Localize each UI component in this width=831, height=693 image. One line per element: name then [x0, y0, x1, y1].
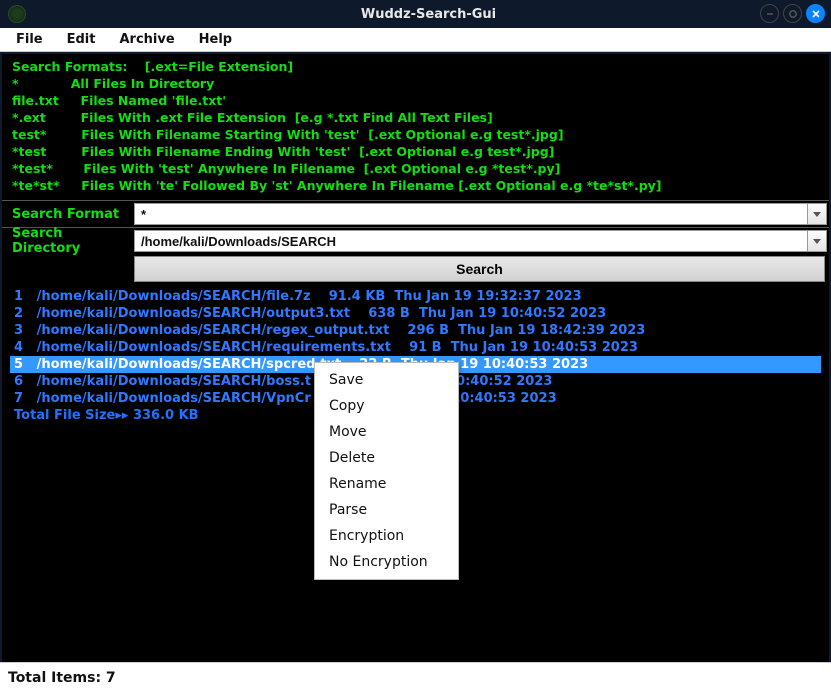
close-button[interactable]	[806, 4, 825, 23]
result-row[interactable]: 2 /home/kali/Downloads/SEARCH/output3.tx…	[10, 305, 821, 322]
menu-item-edit[interactable]: Edit	[55, 30, 108, 49]
search-format-input[interactable]	[134, 203, 807, 225]
titlebar: Wuddz-Search-Gui	[0, 0, 831, 28]
search-button[interactable]: Search	[134, 256, 825, 282]
help-text: Search Formats: [.ext=File Extension] * …	[2, 54, 829, 200]
result-row[interactable]: 1 /home/kali/Downloads/SEARCH/file.7z 91…	[10, 288, 821, 305]
result-row[interactable]: 3 /home/kali/Downloads/SEARCH/regex_outp…	[10, 322, 821, 339]
window-title: Wuddz-Search-Gui	[26, 7, 831, 22]
label-search-format: Search Format	[2, 207, 132, 222]
context-item-no-encryption[interactable]: No Encryption	[315, 549, 458, 575]
window-controls	[760, 4, 825, 23]
app-icon	[8, 5, 26, 23]
context-item-parse[interactable]: Parse	[315, 497, 458, 523]
status-bar: Total Items: 7	[0, 662, 831, 693]
context-menu: SaveCopyMoveDeleteRenameParseEncryptionN…	[314, 362, 459, 580]
context-item-copy[interactable]: Copy	[315, 393, 458, 419]
context-item-delete[interactable]: Delete	[315, 445, 458, 471]
search-directory-input[interactable]	[134, 230, 807, 252]
context-item-rename[interactable]: Rename	[315, 471, 458, 497]
menu-item-archive[interactable]: Archive	[107, 30, 186, 49]
row-search-button: Search	[2, 254, 829, 286]
search-directory-drop-icon[interactable]	[807, 230, 827, 252]
search-format-drop-icon[interactable]	[807, 203, 827, 225]
combo-search-directory[interactable]	[134, 230, 827, 252]
minimize-button[interactable]	[760, 4, 779, 23]
chevron-down-icon	[813, 212, 821, 217]
status-text: Total Items: 7	[8, 670, 116, 686]
maximize-button[interactable]	[783, 4, 802, 23]
result-row[interactable]: 4 /home/kali/Downloads/SEARCH/requiremen…	[10, 339, 821, 356]
menu-item-file[interactable]: File	[4, 30, 55, 49]
row-search-directory: Search Directory	[2, 227, 829, 254]
chevron-down-icon	[813, 239, 821, 244]
menu-item-help[interactable]: Help	[187, 30, 244, 49]
row-search-format: Search Format	[2, 200, 829, 227]
label-search-directory: Search Directory	[2, 226, 132, 256]
combo-search-format[interactable]	[134, 203, 827, 225]
menubar: FileEditArchiveHelp	[0, 28, 831, 52]
context-item-move[interactable]: Move	[315, 419, 458, 445]
context-item-encryption[interactable]: Encryption	[315, 523, 458, 549]
context-item-save[interactable]: Save	[315, 367, 458, 393]
